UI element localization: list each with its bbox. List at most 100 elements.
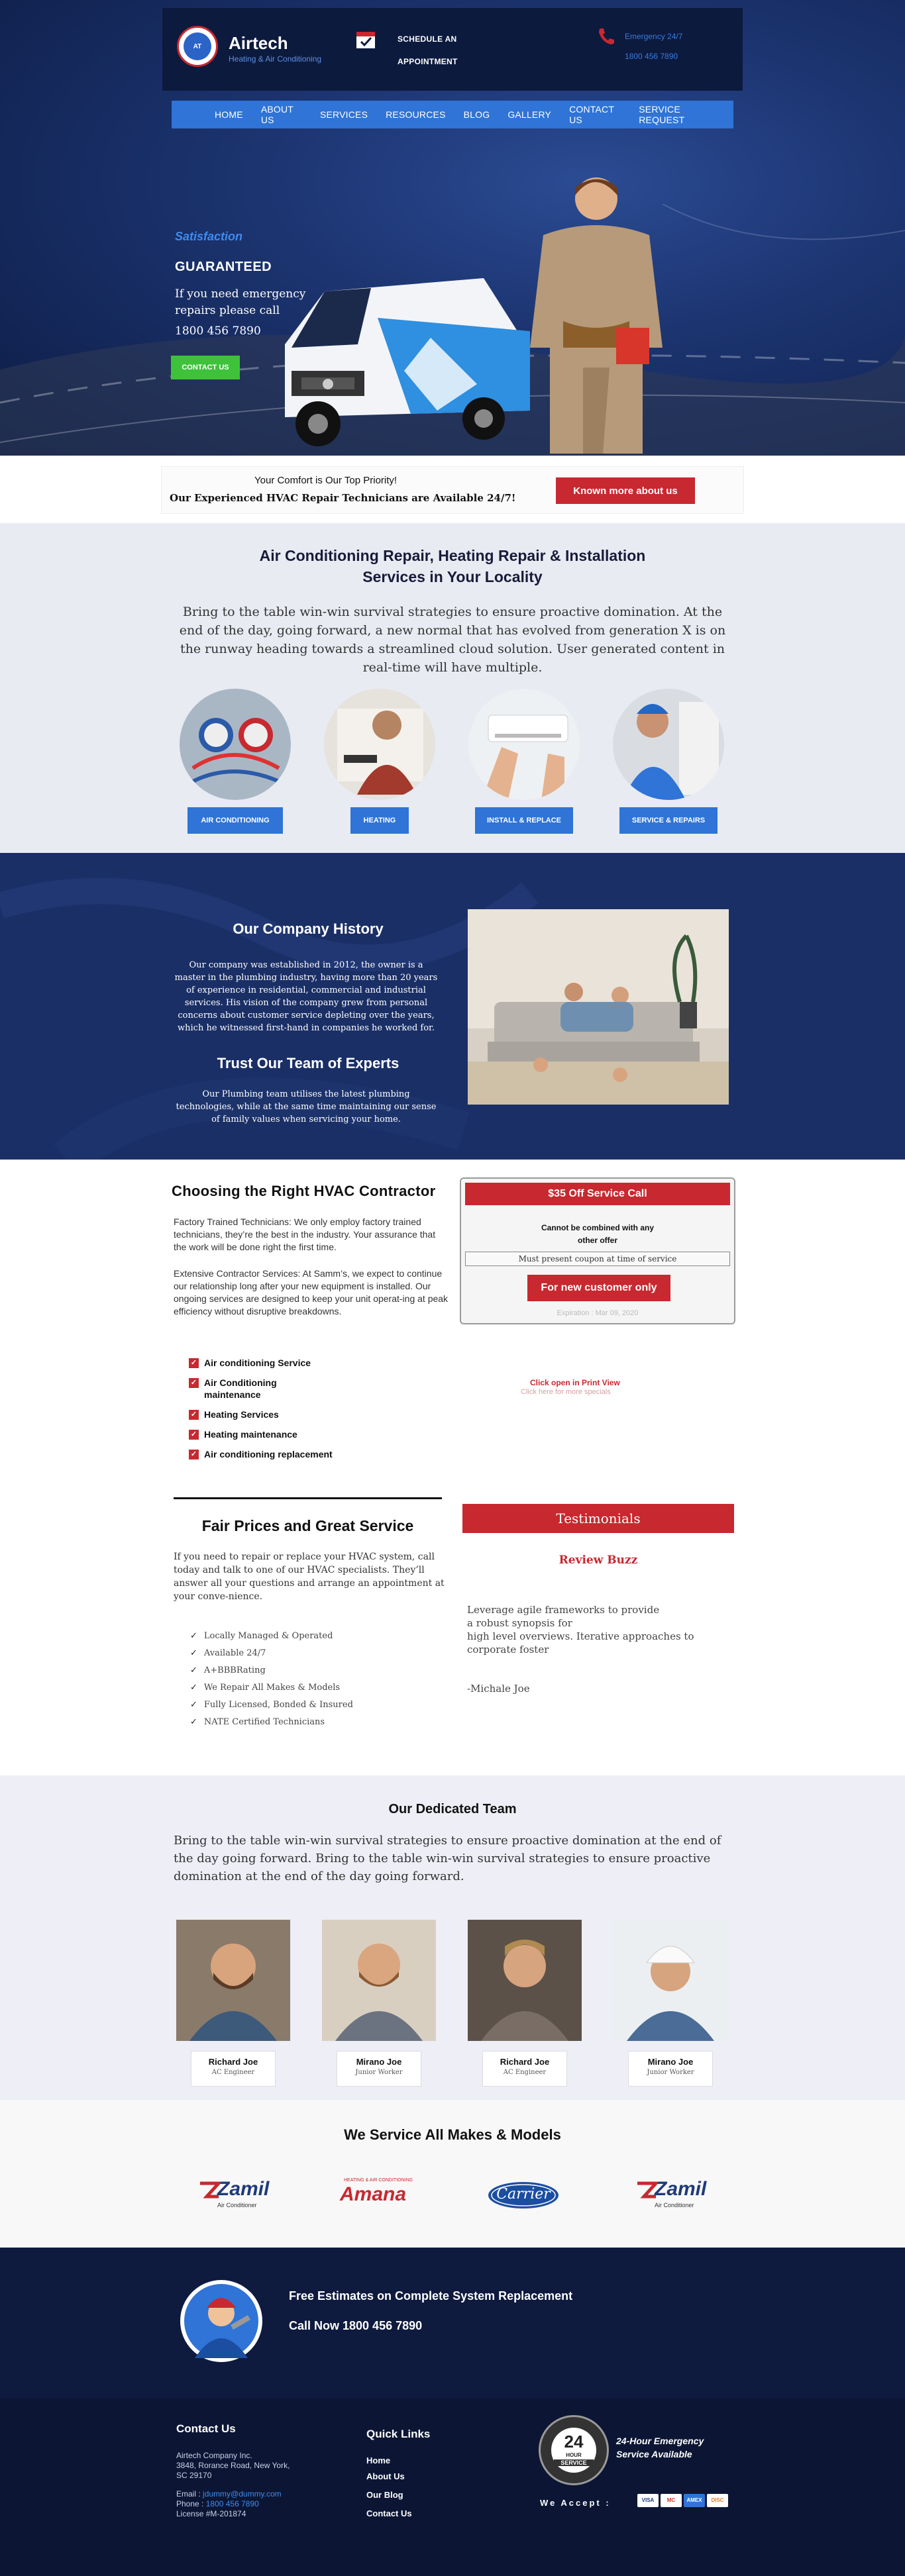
testimonials-title: Testimonials [462,1504,734,1533]
main-nav: HOME ABOUT US SERVICES RESOURCES BLOG GA… [172,101,733,128]
brand-name[interactable]: Airtech [229,33,288,54]
footer-link-our-blog[interactable]: Our Blog [366,2490,403,2500]
priority-line1: Your Comfort is Our Top Priority! [254,475,398,486]
new-customer-button[interactable]: For new customer only [527,1275,670,1301]
company-name: Airtech Company Inc. [176,2451,252,2460]
hvac-paragraph-2: Extensive Contractor Services: At Samm’s… [174,1268,449,1316]
service-button-air-conditioning[interactable]: AIR CONDITIONING [187,807,283,834]
footer-link-about-us[interactable]: About Us [366,2471,405,2481]
emergency-label: Emergency 24/7 [625,32,683,41]
estimate-headline: Free Estimates on Complete System Replac… [289,2289,573,2303]
hero-section: AT Airtech Heating & Air Conditioning SC… [0,0,905,456]
service-button-install-replace[interactable]: INSTALL & REPLACE [475,807,573,834]
benefit-item: Available 24/7 [190,1645,353,1662]
more-specials-link[interactable]: Click here for more specials [521,1388,611,1396]
hero-contact-button[interactable]: CONTACT US [171,356,240,379]
nav-services[interactable]: SERVICES [320,109,368,120]
schedule-line1: SCHEDULE AN [398,34,457,44]
benefit-item: NATE Certified Technicians [190,1714,353,1731]
license-number: License #M-201874 [176,2509,246,2518]
member-photo [176,1920,290,2041]
benefit-item: A+BBBRating [190,1662,353,1679]
coupon-card: $35 Off Service Call Cannot be combined … [460,1177,735,1324]
review-source[interactable]: Review Buzz [462,1554,734,1567]
service-button-service-repairs[interactable]: SERVICE & REPAIRS [619,807,718,834]
brand-logo-zamil[interactable]: Zamil Air Conditioner [636,2178,716,2215]
history-title: Our Company History [233,920,384,937]
member-role: Junior Worker [355,2069,403,2076]
team-section: Our Dedicated Team Bring to the table wi… [0,1775,905,2100]
fair-prices-title: Fair Prices and Great Service [201,1517,414,1534]
schedule-appointment-link[interactable]: SCHEDULE AN APPOINTMENT [398,28,458,73]
nav-gallery[interactable]: GALLERY [507,109,551,120]
brand-logo-carrier[interactable]: Carrier [487,2178,561,2215]
coupon-note: Must present coupon at time of service [465,1252,730,1266]
checkbox-icon: ✓ [189,1378,199,1388]
header-bar: AT Airtech Heating & Air Conditioning SC… [162,8,743,91]
footer-link-contact-us[interactable]: Contact Us [366,2508,412,2518]
fair-prices-section: Fair Prices and Great Service If you nee… [0,1497,905,1775]
brand-logo-zamil[interactable]: Zamil Air Conditioner [199,2178,278,2215]
nav-about-us[interactable]: ABOUT US [261,104,302,125]
estimate-call[interactable]: Call Now 1800 456 7890 [289,2319,422,2333]
benefit-item: We Repair All Makes & Models [190,1679,353,1697]
address-line2: SC 29170 [176,2471,212,2480]
team-title: Our Dedicated Team [388,1802,517,1816]
hero-phone[interactable]: 1800 456 7890 [175,324,261,338]
estimate-section: Free Estimates on Complete System Replac… [0,2248,905,2399]
badge-text-line1: 24-Hour Emergency [616,2436,704,2446]
discover-card-icon: DISC [707,2494,728,2507]
brand-logo-amana[interactable]: HEATING & AIR CONDITIONING Amana [340,2178,419,2215]
know-more-button[interactable]: Known more about us [556,477,695,504]
brands-title: We Service All Makes & Models [344,2126,561,2143]
hvac-title: Choosing the Right HVAC Contractor [172,1183,436,1199]
member-photo [322,1920,436,2041]
email-label: Email : [176,2489,201,2499]
testimonial-author: -Michale Joe [467,1683,530,1695]
emergency-contact[interactable]: Emergency 24/7 1800 456 7890 [625,26,682,66]
nav-blog[interactable]: BLOG [464,109,490,120]
phone-link[interactable]: 1800 456 7890 [206,2499,259,2508]
logo-badge[interactable]: AT [177,26,218,67]
coupon-restriction-line1: Cannot be combined with any [541,1223,654,1232]
checklist-label: Air conditioning replacement [204,1449,333,1460]
service-button-heating[interactable]: HEATING [350,807,409,834]
mastercard-icon: MC [661,2494,682,2507]
email-link[interactable]: jdummy@dummy.com [203,2489,282,2499]
hero-guaranteed: GUARANTEED [175,260,272,274]
checklist-item: ✓ Air conditioning Service [189,1357,354,1369]
service-van-image [285,278,530,446]
team-member-card: Mirano Joe Junior Worker [613,1920,727,2087]
nav-service-request[interactable]: SERVICE REQUEST [639,104,716,125]
checklist-item: ✓ Heating Services [189,1409,354,1420]
emergency-phone[interactable]: 1800 456 7890 [625,46,682,66]
badge-number: 24 [564,2432,584,2452]
nav-home[interactable]: HOME [215,109,243,120]
install-replace-image[interactable] [468,689,580,800]
member-name: Richard Joe [500,2057,550,2067]
nav-contact-us[interactable]: CONTACT US [569,104,621,125]
print-view-link[interactable]: Click open in Print View [530,1378,620,1387]
member-name: Mirano Joe [356,2057,402,2067]
team-member-card: Mirano Joe Junior Worker [322,1920,436,2087]
nav-resources[interactable]: RESOURCES [386,109,445,120]
calendar-icon[interactable] [354,28,377,50]
24-hour-service-badge: 24 HOUR SERVICE [539,2415,609,2485]
brands-section: We Service All Makes & Models Zamil Air … [0,2100,905,2248]
footer-link-home[interactable]: Home [366,2455,390,2465]
section-divider [174,1497,442,1499]
team-text: Bring to the table win-win survival stra… [174,1834,721,1883]
checkbox-icon: ✓ [189,1358,199,1368]
member-name: Richard Joe [208,2057,258,2067]
priority-bar: Your Comfort is Our Top Priority! Our Ex… [0,456,905,523]
air-conditioning-image[interactable] [180,689,291,800]
member-info: Mirano Joe Junior Worker [628,2051,713,2087]
testimonial-quote: Leverage agile frameworks to provide a r… [467,1603,732,1656]
history-background-pattern [0,877,539,1160]
member-role: AC Engineer [503,2069,547,2076]
heating-image[interactable] [324,689,435,800]
service-repairs-image[interactable] [613,689,724,800]
phone-row: Phone : 1800 456 7890 [176,2499,259,2509]
member-role: Junior Worker [647,2069,694,2076]
phone-icon [599,28,614,44]
